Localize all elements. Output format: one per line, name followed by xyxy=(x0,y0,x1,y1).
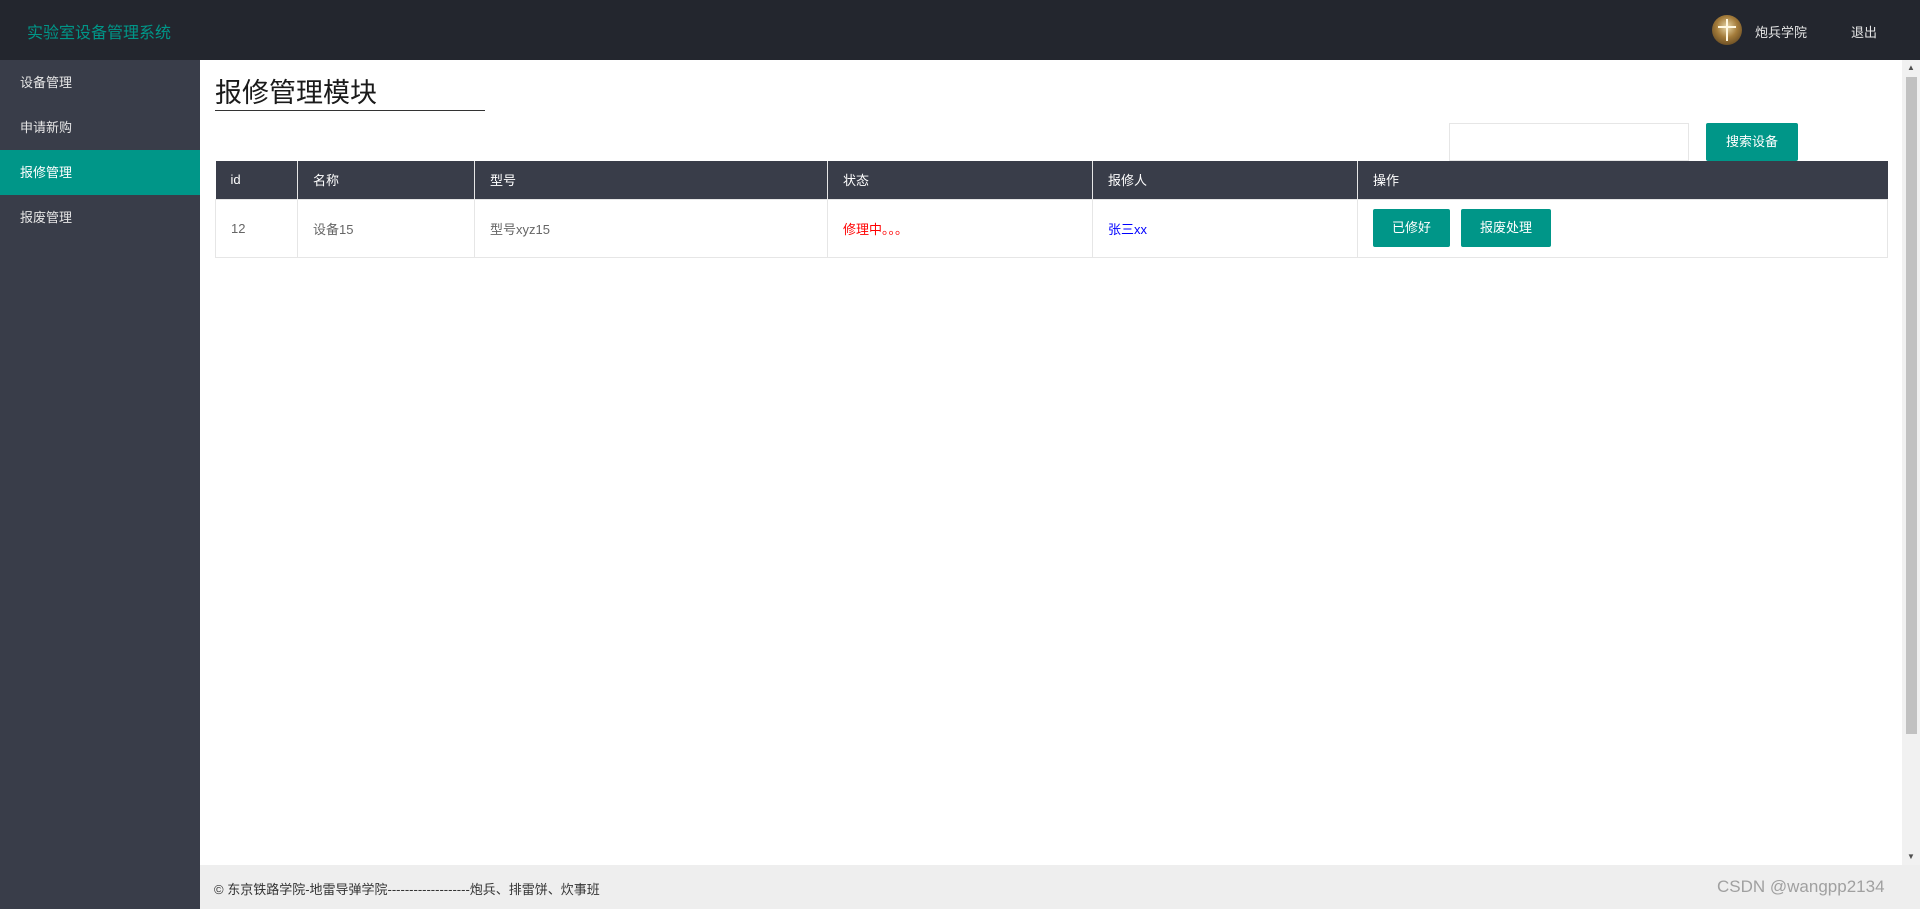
cell-name: 设备15 xyxy=(297,198,475,258)
user-avatar[interactable] xyxy=(1712,15,1742,45)
cell-reporter: 张三xx xyxy=(1092,198,1358,258)
cell-actions: 已修好 报废处理 xyxy=(1357,198,1888,258)
vertical-scrollbar[interactable]: ▲ ▼ xyxy=(1902,60,1920,865)
page-footer: © 东京铁路学院-地雷导弹学院-------------------炮兵、排雷饼… xyxy=(200,865,1920,909)
search-input[interactable] xyxy=(1449,123,1689,161)
top-header: 实验室设备管理系统 炮兵学院 退出 xyxy=(0,0,1920,60)
search-device-button[interactable]: 搜索设备 xyxy=(1706,123,1798,161)
status-text: 修理中。。。 xyxy=(843,221,909,237)
cell-model: 型号xyz15 xyxy=(474,198,828,258)
logout-link[interactable]: 退出 xyxy=(1851,22,1877,41)
repair-table: id 名称 型号 状态 报修人 操作 12 设备15 型号xyz15 修理中。。… xyxy=(215,161,1888,258)
cell-id: 12 xyxy=(215,198,298,258)
column-header-status: 状态 xyxy=(827,161,1093,199)
sidebar-item-purchase-request[interactable]: 申请新购 xyxy=(0,105,200,150)
sidebar-item-scrap-management[interactable]: 报废管理 xyxy=(0,195,200,240)
reporter-name: 张三xx xyxy=(1108,221,1148,237)
column-header-id: id xyxy=(215,161,298,199)
scroll-up-arrow-icon[interactable]: ▲ xyxy=(1902,60,1920,76)
user-name[interactable]: 炮兵学院 xyxy=(1755,22,1807,41)
scroll-down-arrow-icon[interactable]: ▼ xyxy=(1902,849,1920,865)
column-header-name: 名称 xyxy=(297,161,475,199)
page-title: 报修管理模块 xyxy=(215,76,485,111)
sidebar-nav: 设备管理 申请新购 报修管理 报废管理 xyxy=(0,60,200,909)
cell-status: 修理中。。。 xyxy=(827,198,1093,258)
scroll-thumb[interactable] xyxy=(1906,77,1917,734)
column-header-actions: 操作 xyxy=(1357,161,1888,199)
mark-repaired-button[interactable]: 已修好 xyxy=(1373,209,1451,247)
column-header-reporter: 报修人 xyxy=(1092,161,1358,199)
app-logo-title[interactable]: 实验室设备管理系统 xyxy=(27,19,171,43)
csdn-watermark: CSDN @wangpp2134 xyxy=(1717,877,1885,896)
table-row: 12 设备15 型号xyz15 修理中。。。 张三xx 已修好 报废处理 xyxy=(215,198,1888,258)
scrap-process-button[interactable]: 报废处理 xyxy=(1461,209,1552,247)
footer-copyright: © 东京铁路学院-地雷导弹学院-------------------炮兵、排雷饼… xyxy=(214,882,600,897)
main-content: 报修管理模块 搜索设备 id 名称 型号 状态 报修人 操作 12 设备15 型… xyxy=(200,60,1902,865)
sidebar-item-device-management[interactable]: 设备管理 xyxy=(0,60,200,105)
column-header-model: 型号 xyxy=(474,161,828,199)
table-header-row: id 名称 型号 状态 报修人 操作 xyxy=(215,161,1888,199)
sidebar-item-repair-management[interactable]: 报修管理 xyxy=(0,150,200,195)
